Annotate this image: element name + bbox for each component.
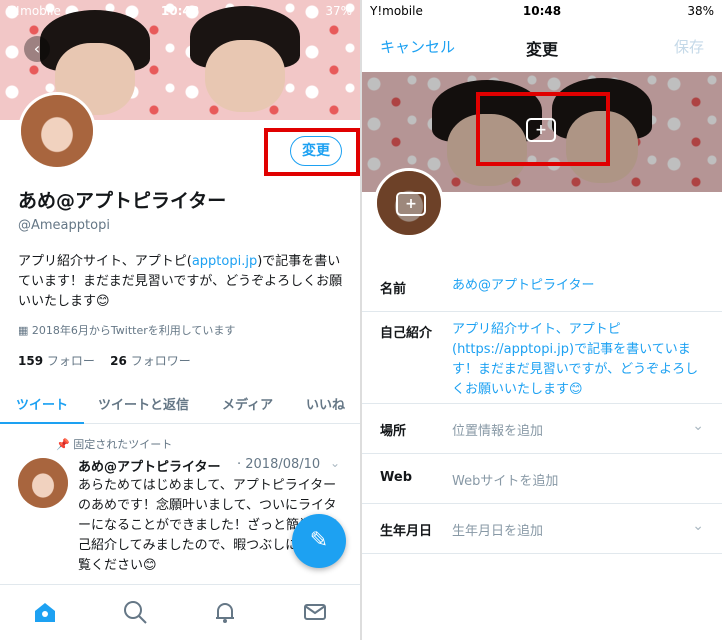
mail-icon[interactable] [302,599,328,625]
feather-plus-icon: ✎ [309,528,329,553]
tab-tweets-replies[interactable]: ツイートと返信 [98,394,189,413]
joined-text: 2018年6月からTwitterを利用しています [31,324,236,337]
user-handle: @Ameapptopi [18,218,110,233]
bio-text-prefix: アプリ紹介サイト、アプトピ( [18,254,192,269]
profile-screen: Y!mobile 10:48 37% ‹ 変更 あめ@アプトピライター @Ame… [0,0,360,640]
active-tab-indicator [0,422,84,424]
chevron-down-icon[interactable]: ⌄ [692,518,704,534]
status-bar: Y!mobile 10:48 38% [362,0,722,22]
pin-icon: 📌 [56,438,74,451]
back-arrow-icon[interactable]: ‹ [24,36,50,62]
tab-likes[interactable]: いいね [306,394,345,413]
profile-tabs: ツイート ツイートと返信 メディア いいね [0,382,360,424]
battery-percent: 38% [687,4,714,18]
camera-plus-icon[interactable]: + [396,192,426,216]
profile-avatar[interactable] [18,92,96,170]
followers-count: 26 [110,354,127,368]
edit-profile-button[interactable]: 変更 [290,136,342,166]
edit-profile-screen: Y!mobile 10:48 38% キャンセル 変更 保存 + + 名前 あめ… [362,0,722,640]
search-icon[interactable] [122,599,148,625]
home-icon[interactable] [32,599,58,625]
tweet-date: · 2018/08/10 [237,457,321,472]
chevron-down-icon[interactable]: ⌄ [330,456,340,470]
screenshot-root: Y!mobile 10:48 37% ‹ 変更 あめ@アプトピライター @Ame… [0,0,722,640]
tab-media[interactable]: メディア [222,394,273,413]
clock: 10:48 [522,4,562,18]
bottom-navigation [0,584,360,640]
web-field[interactable]: Webサイトを追加 [452,470,558,489]
web-label: Web [380,470,412,485]
birthday-field[interactable]: 生年月日を追加 [452,520,543,539]
name-field[interactable]: あめ@アプトピライター [452,276,704,296]
battery-percent: 37% [325,4,352,18]
profile-bio: アプリ紹介サイト、アプトピ(apptopi.jp)で記事を書いています！まだまだ… [18,252,348,312]
followers-label: フォロワー [130,354,191,368]
tweet-avatar[interactable] [18,458,68,508]
joined-date: ▦ 2018年6月からTwitterを利用しています [18,322,235,338]
following-count: 159 [18,354,44,368]
clock: 10:48 [160,4,200,18]
camera-plus-icon[interactable]: + [526,118,556,142]
chevron-down-icon[interactable]: ⌄ [692,418,704,434]
banner-photo-child-right [190,6,300,118]
form-row-birthday[interactable]: 生年月日 生年月日を追加 ⌄ [362,504,722,554]
tweet-author[interactable]: あめ@アプトピライター [78,456,220,475]
form-row-web[interactable]: Web Webサイトを追加 [362,454,722,504]
compose-tweet-button[interactable]: ✎ [292,514,346,568]
display-name: あめ@アプトピライター [18,190,227,212]
name-label: 名前 [380,282,407,297]
following-link[interactable]: 159 フォロー [18,354,95,368]
follow-counts: 159 フォロー 26 フォロワー [18,352,191,369]
pinned-text: 固定されたツイート [73,438,173,451]
edit-header: キャンセル 変更 保存 [362,22,722,72]
save-button[interactable]: 保存 [674,36,704,57]
birthday-label: 生年月日 [380,524,433,539]
location-field[interactable]: 位置情報を追加 [452,420,543,439]
tab-tweets[interactable]: ツイート [16,394,68,413]
form-row-bio[interactable]: 自己紹介 アプリ紹介サイト、アプトピ(https://apptopi.jp)で記… [362,312,722,404]
page-title: 変更 [525,40,558,59]
bio-link[interactable]: apptopi.jp [192,254,257,269]
bell-icon[interactable] [212,599,238,625]
bio-field[interactable]: アプリ紹介サイト、アプトピ(https://apptopi.jp)で記事を書いて… [452,320,704,400]
pinned-label: 📌 固定されたツイート [56,436,172,452]
form-row-name[interactable]: 名前 あめ@アプトピライター [362,262,722,312]
calendar-icon: ▦ [18,324,32,337]
location-label: 場所 [380,424,407,439]
status-bar: Y!mobile 10:48 37% [0,0,360,22]
bio-label: 自己紹介 [380,326,433,341]
form-row-location[interactable]: 場所 位置情報を追加 ⌄ [362,404,722,454]
following-label: フォロー [46,354,95,368]
followers-link[interactable]: 26 フォロワー [110,354,191,368]
